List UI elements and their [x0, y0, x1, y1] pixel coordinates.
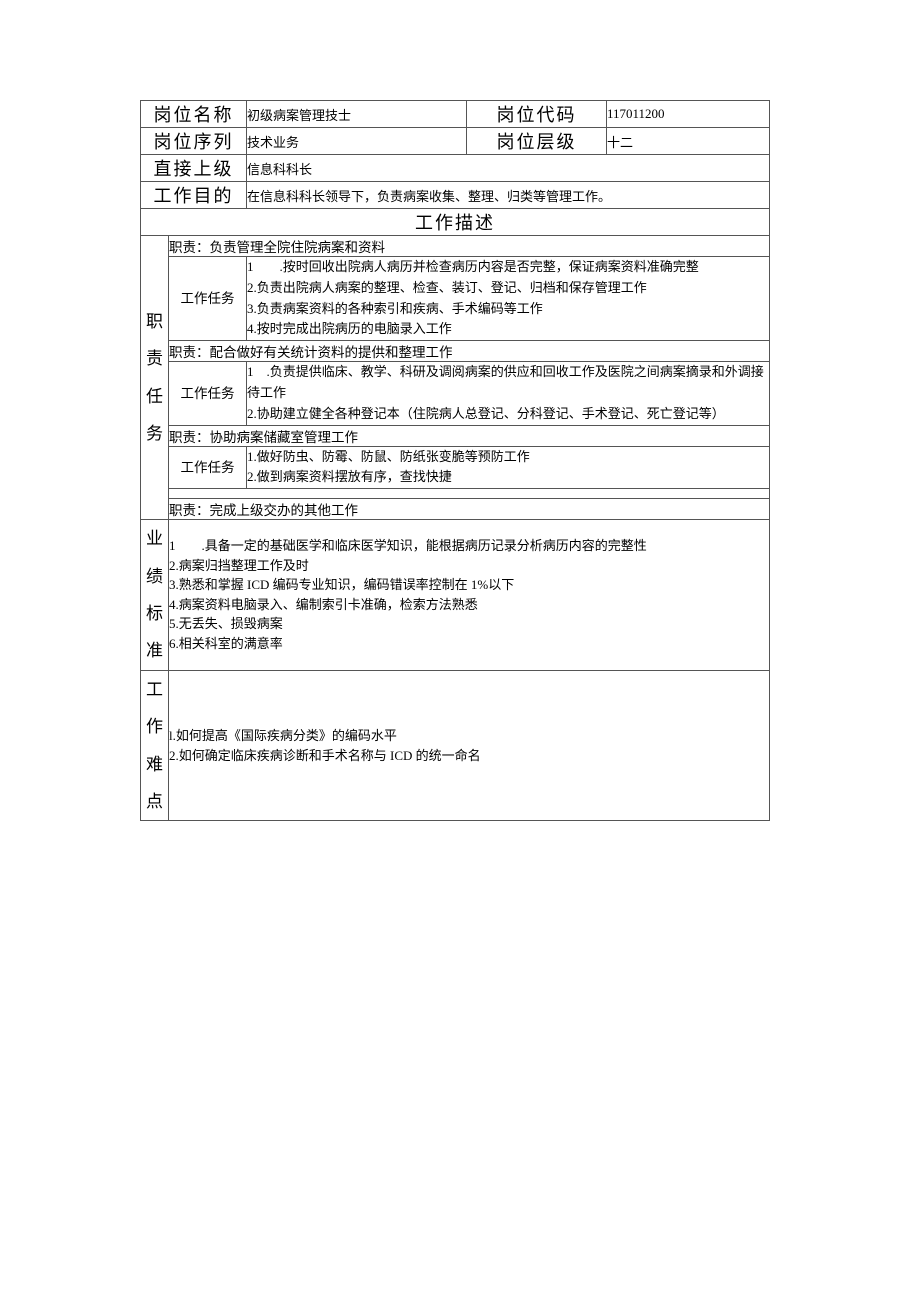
position-level-value: 十二: [607, 128, 770, 155]
position-series-value: 技术业务: [247, 128, 467, 155]
side-label-difficulties: 工 作 难 点: [141, 670, 169, 821]
purpose-label: 工作目的: [141, 182, 247, 209]
duty-2-title: 职责：配合做好有关统计资料的提供和整理工作: [169, 341, 770, 362]
position-code-label: 岗位代码: [467, 101, 607, 128]
duty-3-title: 职责：协助病案储藏室管理工作: [169, 425, 770, 446]
job-description-table: 岗位名称 初级病案管理技士 岗位代码 117011200 岗位序列 技术业务 岗…: [140, 100, 770, 821]
duty-1-tasks: 1 .按时回收出院病人病历并检查病历内容是否完整，保证病案资料准确完整 2.负责…: [247, 257, 770, 341]
purpose-value: 在信息科科长领导下，负责病案收集、整理、归类等管理工作。: [247, 182, 770, 209]
task-label-1: 工作任务: [169, 257, 247, 341]
duty-4-title: 职责：完成上级交办的其他工作: [169, 499, 770, 520]
difficulties-content: l.如何提高《国际疾病分类》的编码水平 2.如何确定临床疾病诊断和手术名称与 I…: [169, 670, 770, 821]
side-label-duties: 职 责 任 务: [141, 236, 169, 520]
position-series-label: 岗位序列: [141, 128, 247, 155]
position-code-value: 117011200: [607, 101, 770, 128]
task-label-2: 工作任务: [169, 362, 247, 425]
task-label-3: 工作任务: [169, 446, 247, 489]
supervisor-value: 信息科科长: [247, 155, 770, 182]
supervisor-label: 直接上级: [141, 155, 247, 182]
position-level-label: 岗位层级: [467, 128, 607, 155]
work-description-title: 工作描述: [141, 209, 770, 236]
position-name-label: 岗位名称: [141, 101, 247, 128]
duty-1-title: 职责：负责管理全院住院病案和资料: [169, 236, 770, 257]
duty-2-tasks: 1 .负责提供临床、教学、科研及调阅病案的供应和回收工作及医院之间病案摘录和外调…: [247, 362, 770, 425]
side-label-standards: 业 绩 标 准: [141, 520, 169, 671]
position-name-value: 初级病案管理技士: [247, 101, 467, 128]
spacer-row: [169, 489, 770, 499]
standards-content: 1 .具备一定的基础医学和临床医学知识，能根据病历记录分析病历内容的完整性 2.…: [169, 520, 770, 671]
duty-3-tasks: 1.做好防虫、防霉、防鼠、防纸张变脆等预防工作 2.做到病案资料摆放有序，查找快…: [247, 446, 770, 489]
